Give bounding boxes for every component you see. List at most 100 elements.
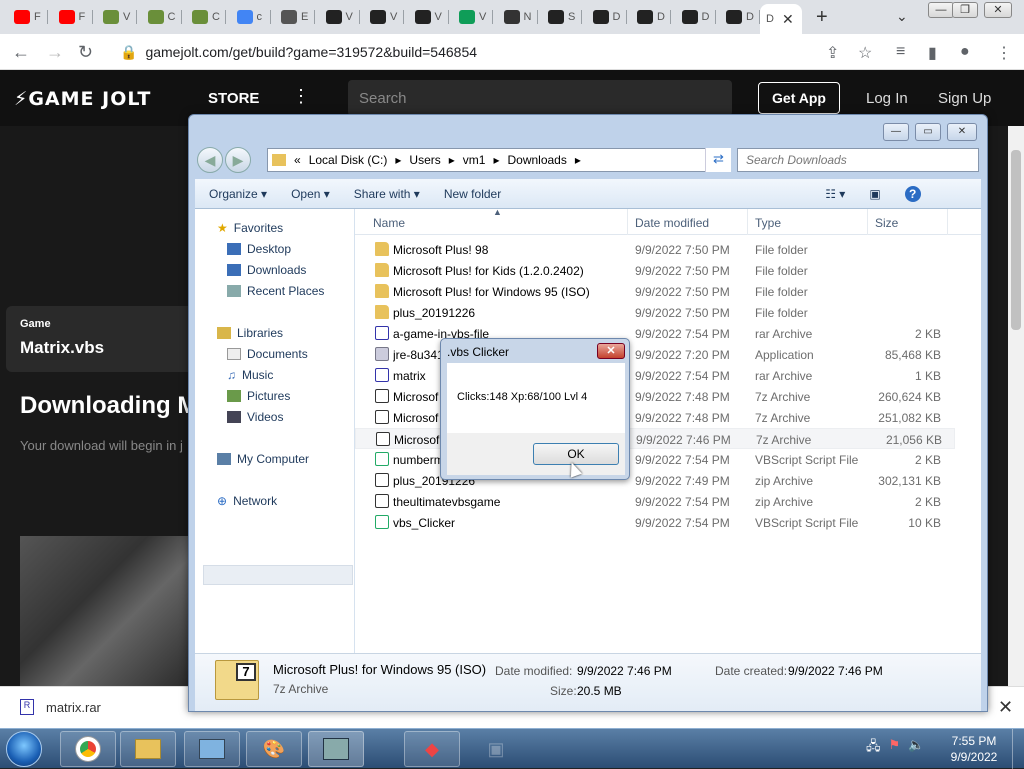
more-menu-icon[interactable]: ⋮ [292, 86, 310, 107]
organize-button[interactable]: Organize ▾ [209, 187, 267, 201]
control-panel-taskbar-button[interactable] [184, 731, 240, 767]
app-taskbar-button[interactable]: ◆ [404, 731, 460, 767]
browser-tab[interactable]: E [275, 6, 315, 28]
address-bar[interactable]: 🔒 gamejolt.com/get/build?game=319572&bui… [108, 38, 888, 66]
download-item[interactable]: R matrix.rar [20, 699, 101, 715]
column-date-modified[interactable]: Date modified [635, 216, 709, 230]
nav-documents[interactable]: Documents [227, 347, 308, 361]
browser-tab[interactable]: D [587, 6, 627, 28]
nav-favorites[interactable]: ★ Favorites [217, 221, 283, 235]
share-with-button[interactable]: Share with ▾ [354, 187, 420, 201]
open-button[interactable]: Open ▾ [291, 187, 330, 201]
back-icon[interactable]: ◀ [197, 147, 223, 173]
browser-tab[interactable]: D [720, 6, 760, 28]
scrollbar-thumb[interactable] [1011, 150, 1021, 330]
media-control-icon[interactable]: ≡ [896, 43, 905, 61]
refresh-icon[interactable]: ⇄ [705, 148, 731, 172]
explorer-close-button[interactable]: ✕ [947, 123, 977, 141]
close-button[interactable]: ✕ [984, 2, 1012, 18]
browser-tab[interactable]: S [542, 6, 582, 28]
file-row[interactable]: Microsoft Plus! for Kids (1.2.0.2402) 9/9… [355, 260, 955, 281]
network-app-taskbar-button[interactable] [308, 731, 364, 767]
nav-music[interactable]: ♫ Music [227, 368, 273, 382]
login-link[interactable]: Log In [866, 90, 908, 107]
gamejolt-logo[interactable]: ⚡GAME JOLT [14, 88, 151, 110]
nav-videos[interactable]: Videos [227, 410, 283, 424]
close-download-shelf-icon[interactable]: ✕ [998, 697, 1013, 718]
tab-search-chevron-icon[interactable]: ⌄ [896, 8, 908, 25]
nav-recent-places[interactable]: Recent Places [227, 284, 324, 298]
file-row[interactable]: plus_20191226 9/9/2022 7:50 PM File folder [355, 302, 955, 323]
browser-tab[interactable]: F [8, 6, 48, 28]
forward-arrow-icon[interactable]: → [46, 42, 64, 63]
nav-downloads[interactable]: Downloads [227, 263, 306, 277]
help-icon[interactable]: ? [904, 185, 921, 202]
reload-icon[interactable]: ↻ [78, 42, 93, 63]
profile-avatar-icon[interactable]: ● [960, 43, 970, 61]
gamejolt-search-input[interactable]: Search [348, 80, 732, 116]
browser-tab[interactable]: D [676, 6, 716, 28]
nav-pictures[interactable]: Pictures [227, 389, 290, 403]
breadcrumb-overflow[interactable]: « [294, 153, 301, 167]
browser-tab[interactable]: C [186, 6, 226, 28]
browser-tab[interactable]: V [409, 6, 449, 28]
explorer-taskbar-button[interactable] [120, 731, 176, 767]
close-tab-icon[interactable]: ✕ [782, 11, 794, 28]
bookmark-star-icon[interactable]: ☆ [858, 43, 872, 63]
get-app-button[interactable]: Get App [758, 82, 840, 114]
minimize-button[interactable]: — [928, 2, 954, 18]
browser-tab[interactable]: D [631, 6, 671, 28]
browser-tab[interactable]: V [364, 6, 404, 28]
page-scrollbar[interactable] [1008, 126, 1024, 686]
taskbar-clock[interactable]: 7:55 PM 9/9/2022 [944, 733, 1004, 765]
chrome-menu-icon[interactable]: ⋮ [996, 43, 1012, 63]
browser-tab[interactable]: V [320, 6, 360, 28]
breadcrumb-downloads[interactable]: Downloads [507, 153, 566, 167]
column-name[interactable]: Name [373, 216, 405, 230]
browser-tab[interactable]: N [498, 6, 538, 28]
restore-button[interactable]: ❐ [952, 2, 978, 18]
browser-tab[interactable]: c [231, 6, 271, 28]
game-card[interactable]: Game Matrix.vbs [6, 306, 196, 372]
file-row[interactable]: vbs_Clicker 9/9/2022 7:54 PM VBScript Scri… [355, 512, 955, 533]
breadcrumb-local-disk[interactable]: Local Disk (C:) [309, 153, 388, 167]
nav-network[interactable]: ⊕ Network [217, 494, 277, 508]
column-type[interactable]: Type [755, 216, 781, 230]
browser-tab[interactable]: V [97, 6, 137, 28]
new-tab-button[interactable]: + [816, 6, 828, 29]
nav-desktop[interactable]: Desktop [227, 242, 291, 256]
browser-tab[interactable]: F [53, 6, 93, 28]
explorer-address-bar[interactable]: « Local Disk (C:) ▸ Users ▸ vm1 ▸ Downloads… [267, 148, 731, 172]
back-arrow-icon[interactable]: ← [12, 42, 30, 63]
explorer-search-input[interactable]: Search Downloads [737, 148, 979, 172]
breadcrumb-vm1[interactable]: vm1 [463, 153, 486, 167]
tray-volume-icon[interactable]: 🔈 [908, 737, 924, 759]
tray-flag-icon[interactable]: ⚑ [889, 737, 901, 759]
nav-libraries[interactable]: Libraries [217, 326, 283, 340]
paint-taskbar-button[interactable]: 🎨 [246, 731, 302, 767]
chrome-taskbar-button[interactable] [60, 731, 116, 767]
explorer-minimize-button[interactable]: — [883, 123, 909, 141]
file-row[interactable]: theultimatevbsgame 9/9/2022 7:54 PM zip Ar… [355, 491, 955, 512]
side-panel-icon[interactable]: ▮ [928, 43, 937, 63]
share-icon[interactable]: ⇪ [826, 43, 839, 63]
store-link[interactable]: STORE [208, 90, 259, 107]
inactive-taskbar-button[interactable]: ▣ [468, 731, 524, 767]
file-row[interactable]: Microsoft Plus! 98 9/9/2022 7:50 PM File f… [355, 239, 955, 260]
explorer-maximize-button[interactable]: ▭ [915, 123, 941, 141]
breadcrumb-users[interactable]: Users [409, 153, 440, 167]
show-desktop-button[interactable] [1012, 729, 1024, 769]
tray-network-icon[interactable]: 🖧 [866, 737, 881, 759]
column-size[interactable]: Size [875, 216, 898, 230]
dialog-close-button[interactable]: ✕ [597, 343, 625, 359]
browser-tab[interactable]: V [453, 6, 493, 28]
start-button[interactable] [6, 731, 42, 767]
file-row[interactable]: Microsoft Plus! for Windows 95 (ISO) 9/9/… [355, 281, 955, 302]
tab-active[interactable]: D ✕ [760, 4, 802, 34]
new-folder-button[interactable]: New folder [444, 187, 501, 201]
preview-pane-icon[interactable]: ▣ [869, 187, 880, 201]
browser-tab[interactable]: C [142, 6, 182, 28]
view-options-icon[interactable]: ☷ ▾ [825, 187, 845, 201]
forward-icon[interactable]: ▶ [225, 147, 251, 173]
signup-link[interactable]: Sign Up [938, 90, 991, 107]
